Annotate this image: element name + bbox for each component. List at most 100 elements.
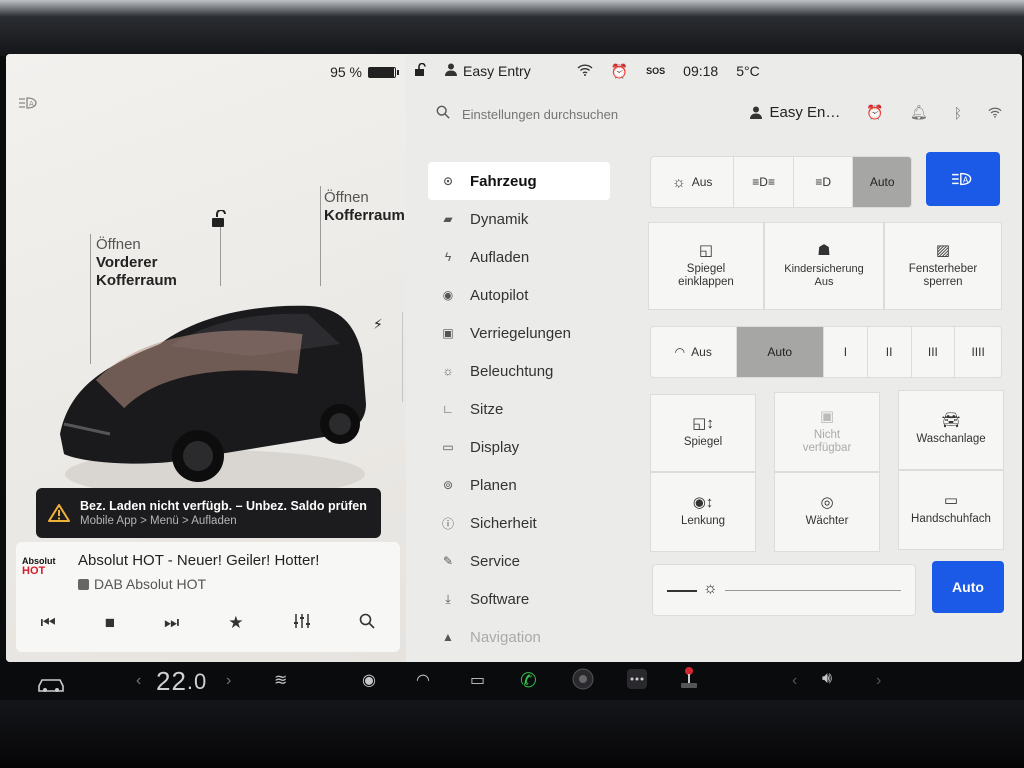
wiper-off-option[interactable]: ◠ Aus bbox=[651, 327, 737, 377]
unavailable-label-2: verfügbar bbox=[802, 441, 852, 454]
low-beam-option[interactable]: ≡D bbox=[794, 157, 854, 207]
rear-defrost-icon[interactable]: ▭ bbox=[470, 670, 485, 690]
volume-up-icon[interactable]: › bbox=[876, 672, 881, 690]
temperature-down-icon[interactable]: ‹ bbox=[136, 672, 141, 690]
steering-adjust-icon: ◉↕ bbox=[692, 494, 714, 511]
settings-search-input[interactable] bbox=[462, 106, 722, 122]
info-circle-icon: ⓘ bbox=[441, 516, 454, 531]
parking-lights-option[interactable]: ≡D≡ bbox=[734, 157, 794, 207]
mirror-adjust-button[interactable]: ◱↕ Spiegel bbox=[650, 394, 756, 472]
nav-label: Software bbox=[470, 590, 530, 608]
headlight-off-option[interactable]: ☼ Aus bbox=[651, 157, 735, 207]
previous-track-icon[interactable]: ⏮ bbox=[40, 613, 55, 633]
charging-alert-banner[interactable]: Bez. Laden nicht verfügb. – Unbez. Saldo… bbox=[36, 488, 381, 538]
open-rear-trunk-button[interactable]: Öffnen Kofferraum bbox=[324, 189, 405, 225]
nav-service[interactable]: ✎ Service bbox=[428, 542, 610, 580]
front-defrost-icon[interactable]: ◠ bbox=[416, 670, 430, 690]
next-track-icon[interactable]: ⏭ bbox=[164, 613, 179, 633]
auto-high-beam-icon: A bbox=[952, 172, 972, 186]
svg-text:A: A bbox=[29, 100, 34, 108]
parking-lights-icon: ≡D≡ bbox=[752, 175, 775, 189]
bluetooth-icon[interactable]: ᛒ bbox=[954, 105, 962, 121]
screen-bezel-top bbox=[0, 0, 1024, 56]
open-front-trunk-button[interactable]: Öffnen Vorderer Kofferraum bbox=[96, 236, 177, 290]
display-brightness-slider[interactable]: ☼ bbox=[652, 564, 916, 616]
cabin-temperature-whole: 22 bbox=[156, 666, 187, 696]
volume-down-icon[interactable]: ‹ bbox=[792, 672, 797, 690]
nav-sicherheit[interactable]: ⓘ Sicherheit bbox=[428, 504, 610, 542]
profile-button[interactable]: Easy En… bbox=[749, 104, 840, 121]
favorite-star-icon[interactable]: ★ bbox=[228, 613, 243, 633]
front-trunk-label-1: Vorderer bbox=[96, 254, 158, 271]
steering-adjust-button[interactable]: ◉↕ Lenkung bbox=[650, 472, 756, 552]
wiper-speed-2[interactable]: II bbox=[868, 327, 912, 377]
car-icon[interactable] bbox=[36, 674, 66, 694]
nav-aufladen[interactable]: ϟ Aufladen bbox=[428, 238, 610, 276]
steering-heater-icon[interactable]: ◉ bbox=[362, 670, 376, 690]
mirror-adjust-label: Spiegel bbox=[683, 436, 723, 448]
sentry-mode-button[interactable]: ◎ Wächter bbox=[774, 472, 880, 552]
search-icon[interactable] bbox=[359, 613, 376, 634]
wiper-speed-1[interactable]: I bbox=[824, 327, 868, 377]
charge-leader-line bbox=[402, 312, 403, 402]
mirror-adjust-icon: ◱↕ bbox=[692, 415, 714, 432]
wiper-speed-4[interactable]: IIII bbox=[955, 327, 1001, 377]
wiper-auto-option[interactable]: Auto bbox=[736, 327, 825, 377]
phone-icon[interactable]: ✆ bbox=[520, 668, 537, 693]
nav-display[interactable]: ▭ Display bbox=[428, 428, 610, 466]
fold-mirrors-button[interactable]: ◱ Spiegel einklappen bbox=[648, 222, 764, 310]
auto-high-beam-button[interactable]: A bbox=[926, 152, 1000, 206]
nav-fahrzeug[interactable]: ⊙ Fahrzeug bbox=[428, 162, 610, 200]
headlight-auto-option[interactable]: Auto bbox=[853, 157, 911, 207]
battery-percent: 95 % bbox=[330, 64, 362, 80]
nav-sitze[interactable]: ∟ Sitze bbox=[428, 390, 610, 428]
nav-navigation[interactable]: ▲ Navigation bbox=[428, 618, 610, 656]
wiper-speed-3[interactable]: III bbox=[912, 327, 956, 377]
camera-icon[interactable] bbox=[572, 668, 594, 690]
unlocked-icon[interactable] bbox=[210, 209, 228, 233]
warning-icon bbox=[48, 504, 70, 522]
glovebox-label: Handschuhfach bbox=[911, 513, 991, 525]
window-lock-label-1: Fensterheber bbox=[908, 262, 978, 275]
bell-icon[interactable]: 🔔︎ bbox=[910, 104, 928, 121]
nav-label: Navigation bbox=[470, 628, 541, 646]
rear-trunk-label: Kofferraum bbox=[324, 207, 405, 224]
nav-beleuchtung[interactable]: ☼ Beleuchtung bbox=[428, 352, 610, 390]
nav-label: Dynamik bbox=[470, 210, 529, 228]
brightness-auto-button[interactable]: Auto bbox=[932, 561, 1004, 613]
cabin-temperature[interactable]: 22.0 bbox=[156, 666, 207, 697]
car-wash-button[interactable]: 🚘︎ Waschanlage bbox=[898, 390, 1004, 470]
wifi-icon bbox=[577, 63, 593, 79]
nav-label: Service bbox=[470, 552, 521, 570]
nav-planen[interactable]: ⊚ Planen bbox=[428, 466, 610, 504]
temperature-up-icon[interactable]: › bbox=[226, 672, 231, 690]
glovebox-button[interactable]: ▭ Handschuhfach bbox=[898, 470, 1004, 550]
child-lock-button[interactable]: ☗ Kindersicherung Aus bbox=[764, 222, 884, 310]
nav-label: Planen bbox=[470, 476, 517, 494]
wifi-icon[interactable] bbox=[988, 105, 1002, 121]
volume-icon[interactable]: 🔊︎ bbox=[822, 670, 832, 688]
equalizer-icon[interactable] bbox=[293, 613, 311, 634]
more-apps-icon[interactable] bbox=[626, 668, 648, 690]
toybox-joystick-icon[interactable] bbox=[678, 666, 700, 690]
child-lock-icon: ☗ bbox=[817, 241, 831, 259]
lock-icon: ▣ bbox=[442, 326, 454, 340]
unlocked-status-icon[interactable] bbox=[414, 62, 427, 79]
seat-heater-icon[interactable]: ≋ bbox=[274, 670, 287, 690]
settings-search: Easy En… ⏰ 🔔︎ ᛒ bbox=[406, 90, 1022, 138]
window-lock-button[interactable]: ▨ Fensterheber sperren bbox=[884, 222, 1002, 310]
settings-header-icons: Easy En… ⏰ 🔔︎ ᛒ bbox=[749, 104, 1003, 121]
steering-adjust-label: Lenkung bbox=[680, 515, 726, 527]
stop-icon[interactable]: ■ bbox=[105, 613, 115, 633]
nav-autopilot[interactable]: ◉ Autopilot bbox=[428, 276, 610, 314]
nav-software[interactable]: ⤓ Software bbox=[428, 580, 610, 618]
low-beam-icon: ≡D bbox=[815, 175, 832, 189]
fold-mirrors-label-1: Spiegel bbox=[686, 262, 726, 275]
driver-profile[interactable]: Easy Entry bbox=[445, 63, 531, 79]
alarm-clock-icon: ⏰ bbox=[610, 62, 629, 79]
alarm-clock-icon[interactable]: ⏰ bbox=[866, 104, 883, 121]
nav-verriegelungen[interactable]: ▣ Verriegelungen bbox=[428, 314, 610, 352]
person-icon bbox=[445, 63, 457, 79]
alert-subtitle: Mobile App > Menü > Aufladen bbox=[80, 515, 237, 527]
nav-dynamik[interactable]: ▰ Dynamik bbox=[428, 200, 610, 238]
